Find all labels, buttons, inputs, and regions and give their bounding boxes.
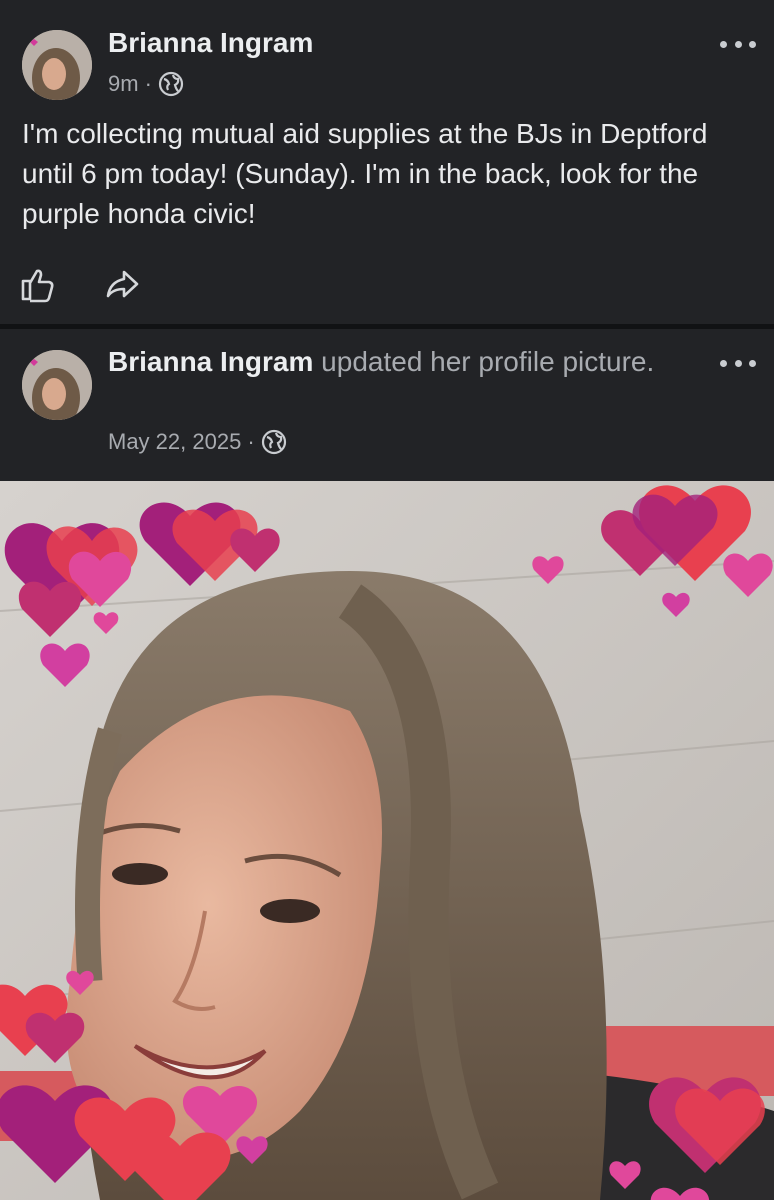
post-headline: Brianna Ingram updated her profile pictu… (108, 341, 688, 383)
post-author[interactable]: Brianna Ingram (108, 27, 313, 59)
meta-separator: · (144, 71, 152, 96)
more-options-button[interactable] (720, 37, 756, 51)
avatar[interactable] (22, 30, 92, 100)
post-time[interactable]: 9m (108, 71, 139, 97)
post-actions (18, 264, 142, 304)
more-options-button[interactable] (720, 356, 756, 370)
post-meta: May 22, 2025 · (108, 429, 287, 455)
meta-separator: · (247, 429, 255, 454)
news-feed: Brianna Ingram 9m · I'm collecting mutua… (0, 0, 774, 1200)
like-icon[interactable] (18, 264, 58, 304)
post-time[interactable]: May 22, 2025 (108, 429, 241, 455)
status-post: Brianna Ingram 9m · I'm collecting mutua… (0, 0, 774, 324)
profile-update-post: Brianna Ingram updated her profile pictu… (0, 329, 774, 481)
share-icon[interactable] (102, 264, 142, 304)
post-action-text: updated her profile picture. (321, 346, 655, 377)
post-meta: 9m · (108, 71, 184, 97)
post-text: I'm collecting mutual aid supplies at th… (22, 118, 708, 229)
post-author[interactable]: Brianna Ingram (108, 346, 313, 377)
profile-photo[interactable] (0, 481, 774, 1200)
globe-icon (261, 429, 286, 455)
globe-icon (158, 71, 183, 97)
avatar[interactable] (22, 350, 92, 420)
